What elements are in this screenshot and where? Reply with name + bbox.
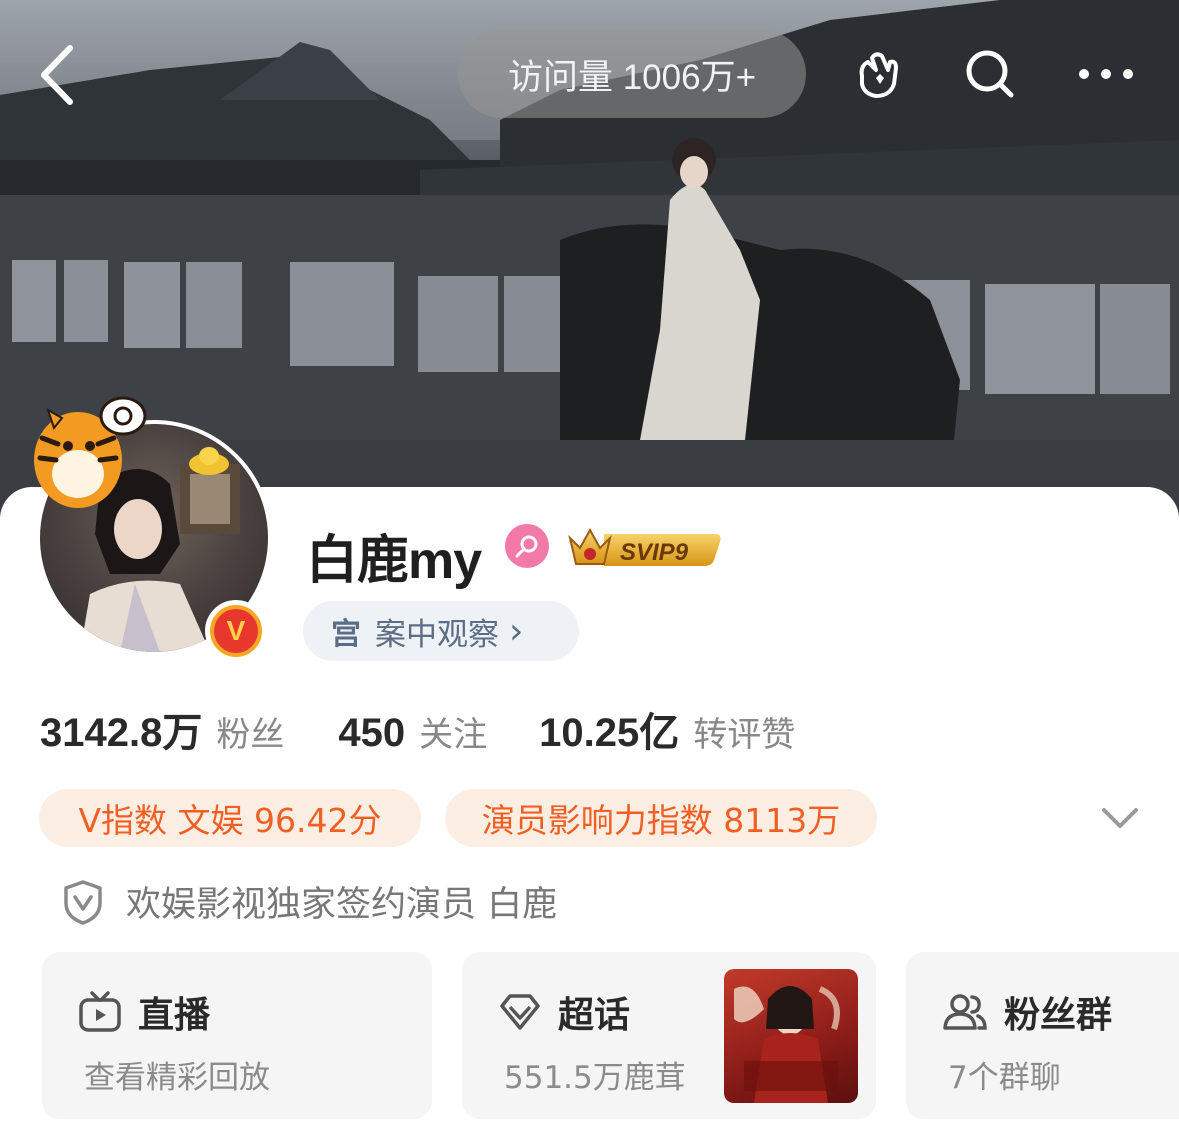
identity-tag-label: 案中观察 <box>375 616 499 653</box>
palace-icon: 宫 <box>331 617 361 652</box>
female-icon <box>505 524 549 568</box>
stats-row: 3142.8万 粉丝 450 关注 10.25亿 转评赞 <box>40 700 795 756</box>
engagement-stat[interactable]: 10.25亿 转评赞 <box>539 700 795 758</box>
verified-badge-letter: V <box>214 609 258 653</box>
hand-heart-button[interactable] <box>846 42 910 106</box>
back-button[interactable] <box>30 42 82 108</box>
shield-v-icon <box>64 879 102 925</box>
live-title: 直播 <box>138 995 211 1036</box>
more-button[interactable] <box>1074 42 1138 106</box>
actor-influence-chip[interactable]: 演员影响力指数 8113万 <box>445 789 877 847</box>
username: 白鹿my <box>306 532 482 590</box>
group-icon <box>943 994 987 1030</box>
visits-label: 访问量 1006万+ <box>507 57 757 97</box>
following-count: 450 <box>338 711 406 755</box>
live-subtitle: 查看精彩回放 <box>84 1060 270 1096</box>
super-topic-title: 超话 <box>558 995 631 1036</box>
verified-badge: V <box>205 600 267 662</box>
live-tile[interactable]: 直播 查看精彩回放 <box>42 952 432 1119</box>
following-stat[interactable]: 450 关注 <box>338 707 487 756</box>
fan-group-title: 粉丝群 <box>1004 995 1113 1036</box>
super-topic-tile[interactable]: 超话 551.5万鹿茸 <box>462 952 876 1119</box>
diamond-icon <box>500 994 540 1030</box>
svip-badge[interactable]: SVIP9 <box>564 520 724 572</box>
live-tv-icon <box>79 991 121 1032</box>
super-topic-poster <box>724 969 858 1103</box>
engagement-label: 转评赞 <box>693 715 796 755</box>
super-topic-subtitle: 551.5万鹿茸 <box>504 1060 686 1096</box>
hand-heart-icon <box>859 52 898 98</box>
identity-tag-button[interactable]: 宫 案中观察 › <box>303 601 579 661</box>
fan-group-tile[interactable]: 粉丝群 7个群聊 <box>906 952 1179 1119</box>
search-icon <box>966 50 1014 98</box>
fan-group-subtitle: 7个群聊 <box>948 1060 1061 1096</box>
gold-ingot-icon <box>189 447 229 475</box>
search-button[interactable] <box>958 42 1022 106</box>
visits-counter-button[interactable]: 访问量 1006万+ <box>458 30 806 118</box>
following-label: 关注 <box>419 715 488 755</box>
engagement-count: 10.25亿 <box>539 711 680 755</box>
chevron-down-icon[interactable] <box>1098 800 1142 836</box>
followers-label: 粉丝 <box>216 715 285 755</box>
followers-stat[interactable]: 3142.8万 粉丝 <box>40 700 284 758</box>
v-index-chip[interactable]: V指数 文娱 96.42分 <box>39 789 421 847</box>
more-icon <box>1079 69 1133 79</box>
back-icon <box>41 45 73 105</box>
svip-label: SVIP9 <box>620 539 689 566</box>
chevron-right-icon: › <box>509 610 524 652</box>
tiger-pendant-icon <box>34 396 147 508</box>
verification-text: 欢娱影视独家签约演员 白鹿 <box>126 885 558 925</box>
followers-count: 3142.8万 <box>40 711 203 755</box>
verification-info: 欢娱影视独家签约演员 白鹿 <box>62 876 557 927</box>
